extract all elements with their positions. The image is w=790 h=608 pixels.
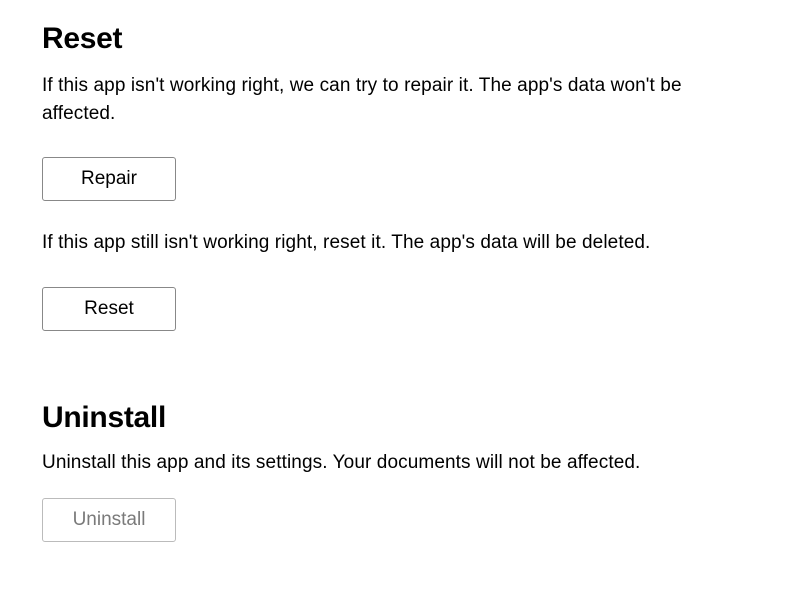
repair-description: If this app isn't working right, we can … <box>42 72 722 127</box>
uninstall-heading: Uninstall <box>42 401 748 435</box>
reset-section: Reset If this app isn't working right, w… <box>0 22 790 331</box>
repair-button[interactable]: Repair <box>42 157 176 201</box>
uninstall-button: Uninstall <box>42 498 176 542</box>
reset-description: If this app still isn't working right, r… <box>42 229 722 257</box>
uninstall-section: Uninstall Uninstall this app and its set… <box>0 401 790 543</box>
reset-heading: Reset <box>42 22 748 56</box>
reset-button[interactable]: Reset <box>42 287 176 331</box>
uninstall-description: Uninstall this app and its settings. You… <box>42 449 722 477</box>
